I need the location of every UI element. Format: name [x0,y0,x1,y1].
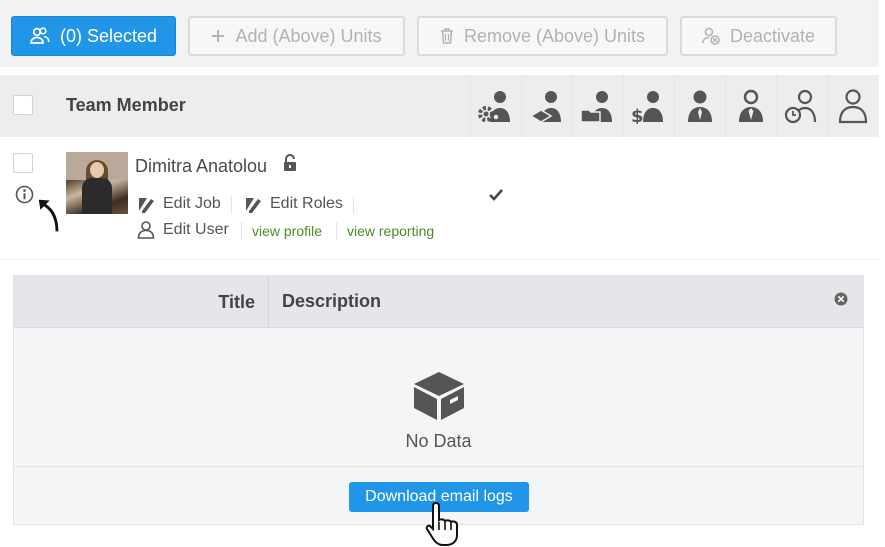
edit-icon [139,198,154,213]
view-reporting-link[interactable]: view reporting [347,223,434,239]
team-timer-icon[interactable] [776,75,827,137]
hand-pointer-cursor-icon [425,501,458,546]
member-name[interactable]: Dimitra Anatolou [135,156,267,177]
remove-units-button[interactable]: Remove (Above) Units [417,16,668,56]
team-member-header: Team Member [66,95,186,115]
edit-user-link[interactable]: Edit User [137,220,229,239]
selected-button[interactable]: (0) Selected [11,16,176,56]
trash-icon [440,28,453,44]
toolbar: (0) Selected Add (Above) Units Remove (A… [0,0,879,67]
team-user-icon[interactable] [827,75,878,137]
select-all-checkbox[interactable] [13,95,33,115]
edit-roles-label: Edit Roles [270,195,343,212]
team-settings-icon[interactable] [470,75,521,137]
edit-job-link[interactable]: Edit Job [137,195,221,213]
curved-arrow-cursor-icon [37,198,60,233]
close-icon[interactable] [834,292,848,306]
divider [353,196,354,214]
empty-box-icon [414,372,464,420]
deactivate-button[interactable]: Deactivate [680,16,837,56]
edit-icon [246,198,261,213]
edit-job-label: Edit Job [163,195,221,212]
edit-roles-link[interactable]: Edit Roles [244,195,343,213]
column-header-title[interactable]: Title [14,276,269,328]
email-logs-panel: Title Description No Data Download email… [13,275,864,525]
unlock-icon[interactable] [282,154,298,172]
add-units-label: Add (Above) Units [235,25,382,46]
plus-icon [212,30,225,42]
deactivate-label: Deactivate [729,25,816,46]
team-education-icon[interactable] [521,75,572,137]
role-icons: $ [470,75,878,137]
info-icon[interactable] [15,185,34,204]
edit-user-label: Edit User [163,220,229,238]
panel-footer-divider [14,466,863,467]
avatar[interactable] [66,152,128,214]
view-profile-link[interactable]: view profile [252,223,322,239]
no-data-text: No Data [405,431,472,451]
column-header-description[interactable]: Description [282,291,381,312]
row-checkbox[interactable] [13,153,33,173]
svg-text:$: $ [631,106,644,124]
team-manager-icon[interactable] [674,75,725,137]
add-units-button[interactable]: Add (Above) Units [188,16,405,56]
users-icon [30,27,50,44]
team-folder-icon[interactable] [572,75,623,137]
divider [231,196,232,214]
team-billing-icon[interactable]: $ [623,75,674,137]
panel-header: Title Description [14,276,863,328]
table-header: Team Member $ [0,75,879,137]
remove-units-label: Remove (Above) Units [463,25,646,46]
check-icon [489,189,503,201]
user-icon [137,221,155,239]
divider [241,222,242,240]
team-executive-icon[interactable] [725,75,776,137]
user-deactivate-icon [702,27,720,45]
selected-label: (0) Selected [59,25,158,46]
divider [336,222,337,240]
table-row: Dimitra Anatolou Edit Job Edit Roles Edi… [0,137,879,260]
